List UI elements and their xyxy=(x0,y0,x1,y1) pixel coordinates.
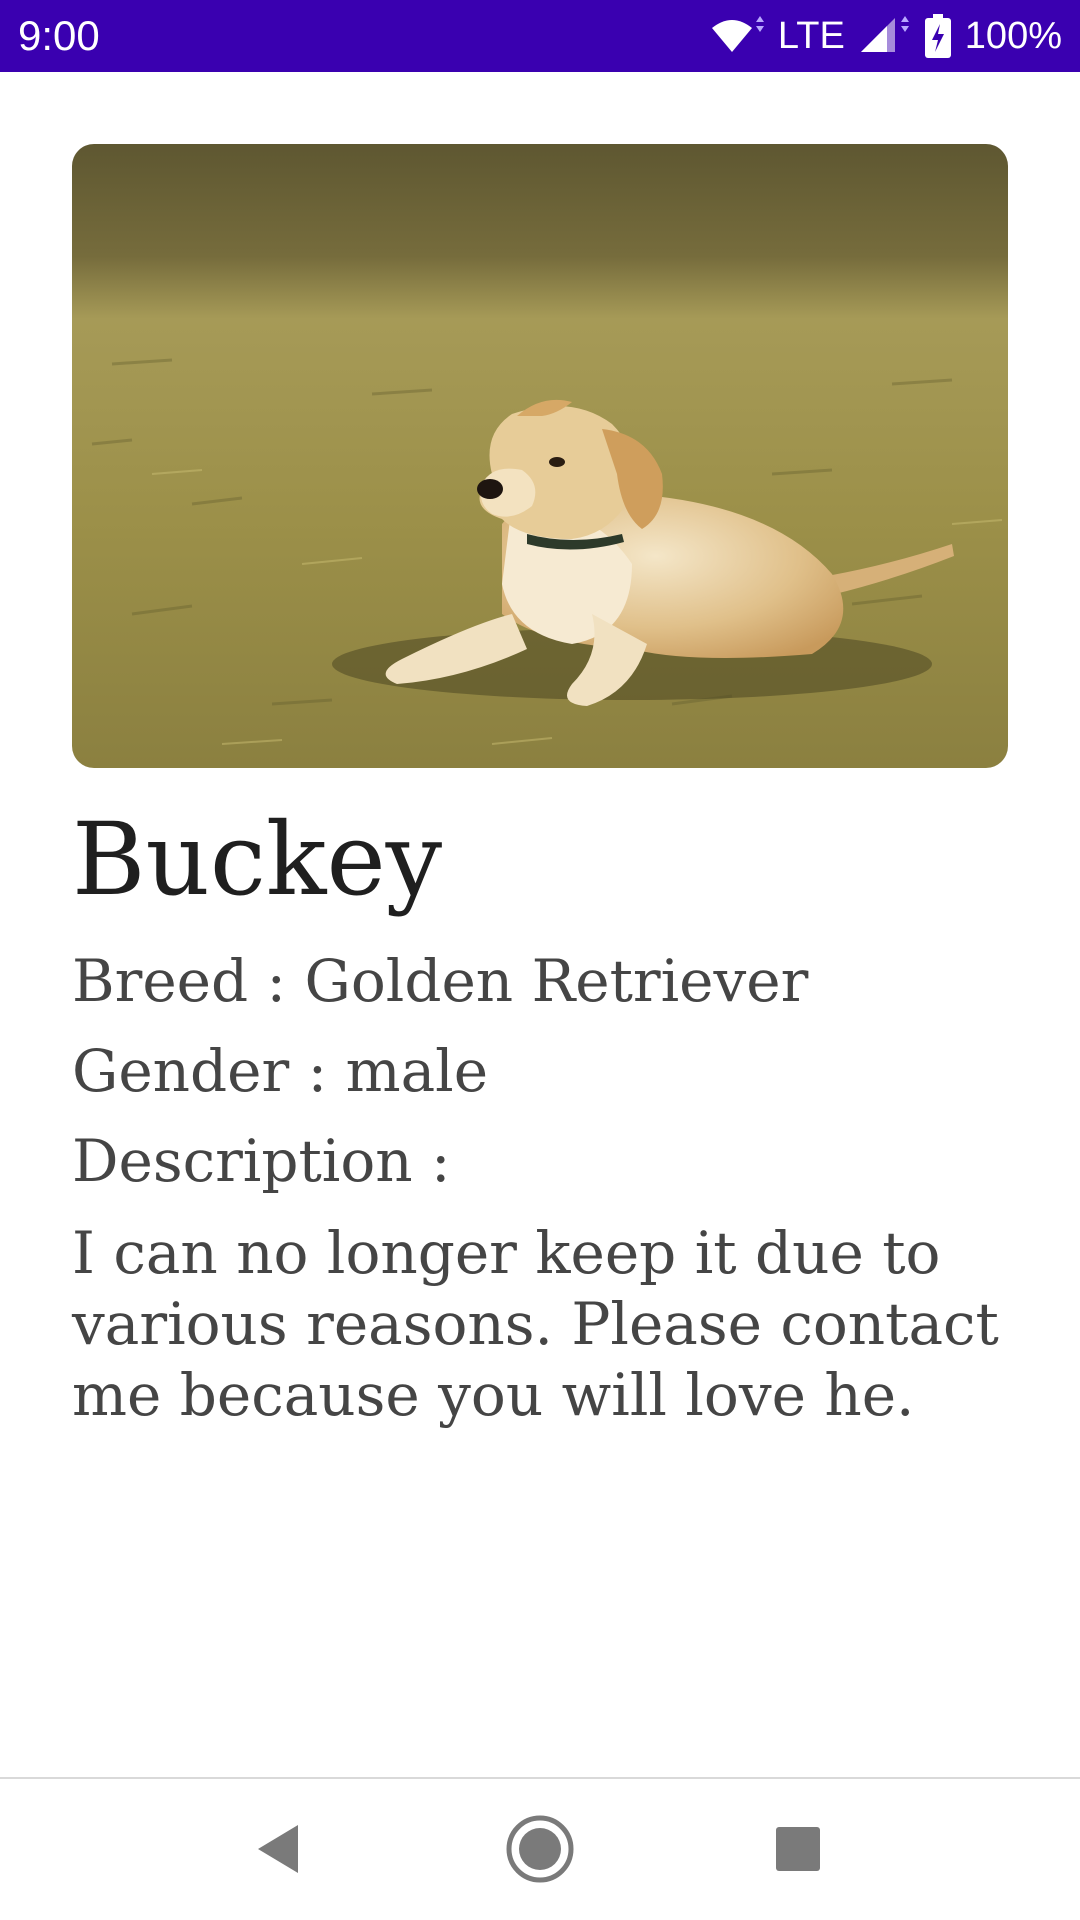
network-type: LTE xyxy=(777,15,845,57)
status-icons: LTE 100% xyxy=(708,0,1062,72)
description-label: Description : xyxy=(72,1127,451,1195)
home-icon[interactable] xyxy=(500,1809,580,1889)
back-icon[interactable] xyxy=(240,1809,320,1889)
battery-percent: 100% xyxy=(964,15,1062,57)
pet-photo xyxy=(72,144,1008,768)
gender-text: Gender : male xyxy=(72,1037,489,1105)
navigation-bar xyxy=(0,1779,1080,1920)
status-bar: 9:00 LTE 100% xyxy=(0,0,1080,72)
wifi-icon xyxy=(708,16,764,56)
cellular-signal-icon xyxy=(859,16,911,56)
recents-icon[interactable] xyxy=(758,1809,838,1889)
pet-name: Buckey xyxy=(72,801,443,918)
breed-text: Breed : Golden Retriever xyxy=(72,947,809,1015)
battery-charging-icon xyxy=(924,14,951,58)
description-text: I can no longer keep it due to various r… xyxy=(72,1219,999,1429)
status-time: 9:00 xyxy=(18,12,100,59)
